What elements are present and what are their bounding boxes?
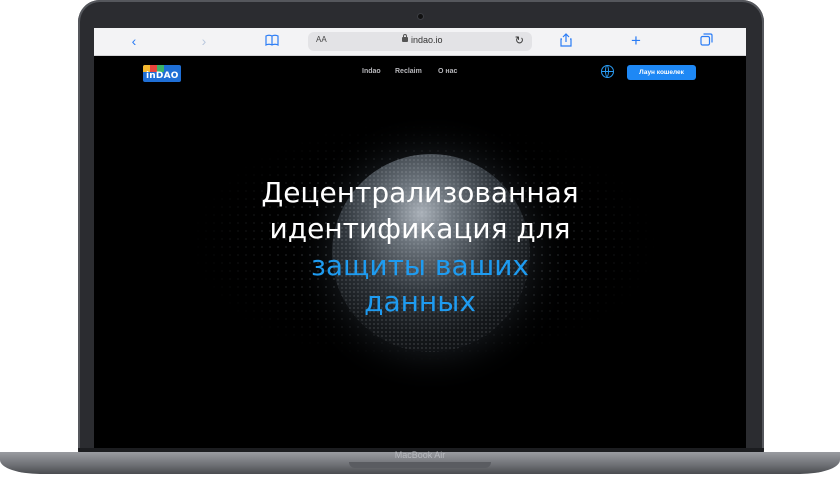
hero-headline-line1: Децентрализованная xyxy=(261,176,579,209)
site-logo[interactable]: inDAO xyxy=(143,65,181,82)
browser-toolbar: ‹ › AA indao.io ↻ + xyxy=(94,28,746,56)
nav-link-about[interactable]: О нас xyxy=(438,68,457,75)
camera xyxy=(418,14,423,19)
hero-headline-line2: идентификация для xyxy=(269,212,571,245)
browser-window: ‹ › AA indao.io ↻ + inDAO Indao Reclaim … xyxy=(94,28,746,448)
reload-icon[interactable]: ↻ xyxy=(515,34,524,47)
text-size-button[interactable]: AA xyxy=(316,35,327,44)
nav-link-reclaim[interactable]: Reclaim xyxy=(395,68,422,75)
tabs-icon[interactable] xyxy=(698,33,714,49)
launch-wallet-button[interactable]: Лаун кошелек xyxy=(627,65,696,80)
model-label: MacBook Air xyxy=(394,450,446,460)
hero-headline-line4: данных xyxy=(364,285,476,318)
laptop-notch xyxy=(349,462,491,468)
address-bar[interactable]: AA indao.io ↻ xyxy=(308,32,532,51)
logo-text: inDAO xyxy=(146,71,179,81)
hero-headline-line3: защиты ваших xyxy=(311,249,529,282)
forward-icon[interactable]: › xyxy=(196,33,212,49)
url-text: indao.io xyxy=(411,35,443,45)
new-tab-icon[interactable]: + xyxy=(628,32,644,49)
nav-link-indao[interactable]: Indao xyxy=(362,68,381,75)
lock-icon xyxy=(402,34,408,42)
language-globe-icon[interactable] xyxy=(601,65,614,78)
back-icon[interactable]: ‹ xyxy=(126,33,142,49)
bookmarks-icon[interactable] xyxy=(264,33,280,49)
share-icon[interactable] xyxy=(558,33,574,49)
